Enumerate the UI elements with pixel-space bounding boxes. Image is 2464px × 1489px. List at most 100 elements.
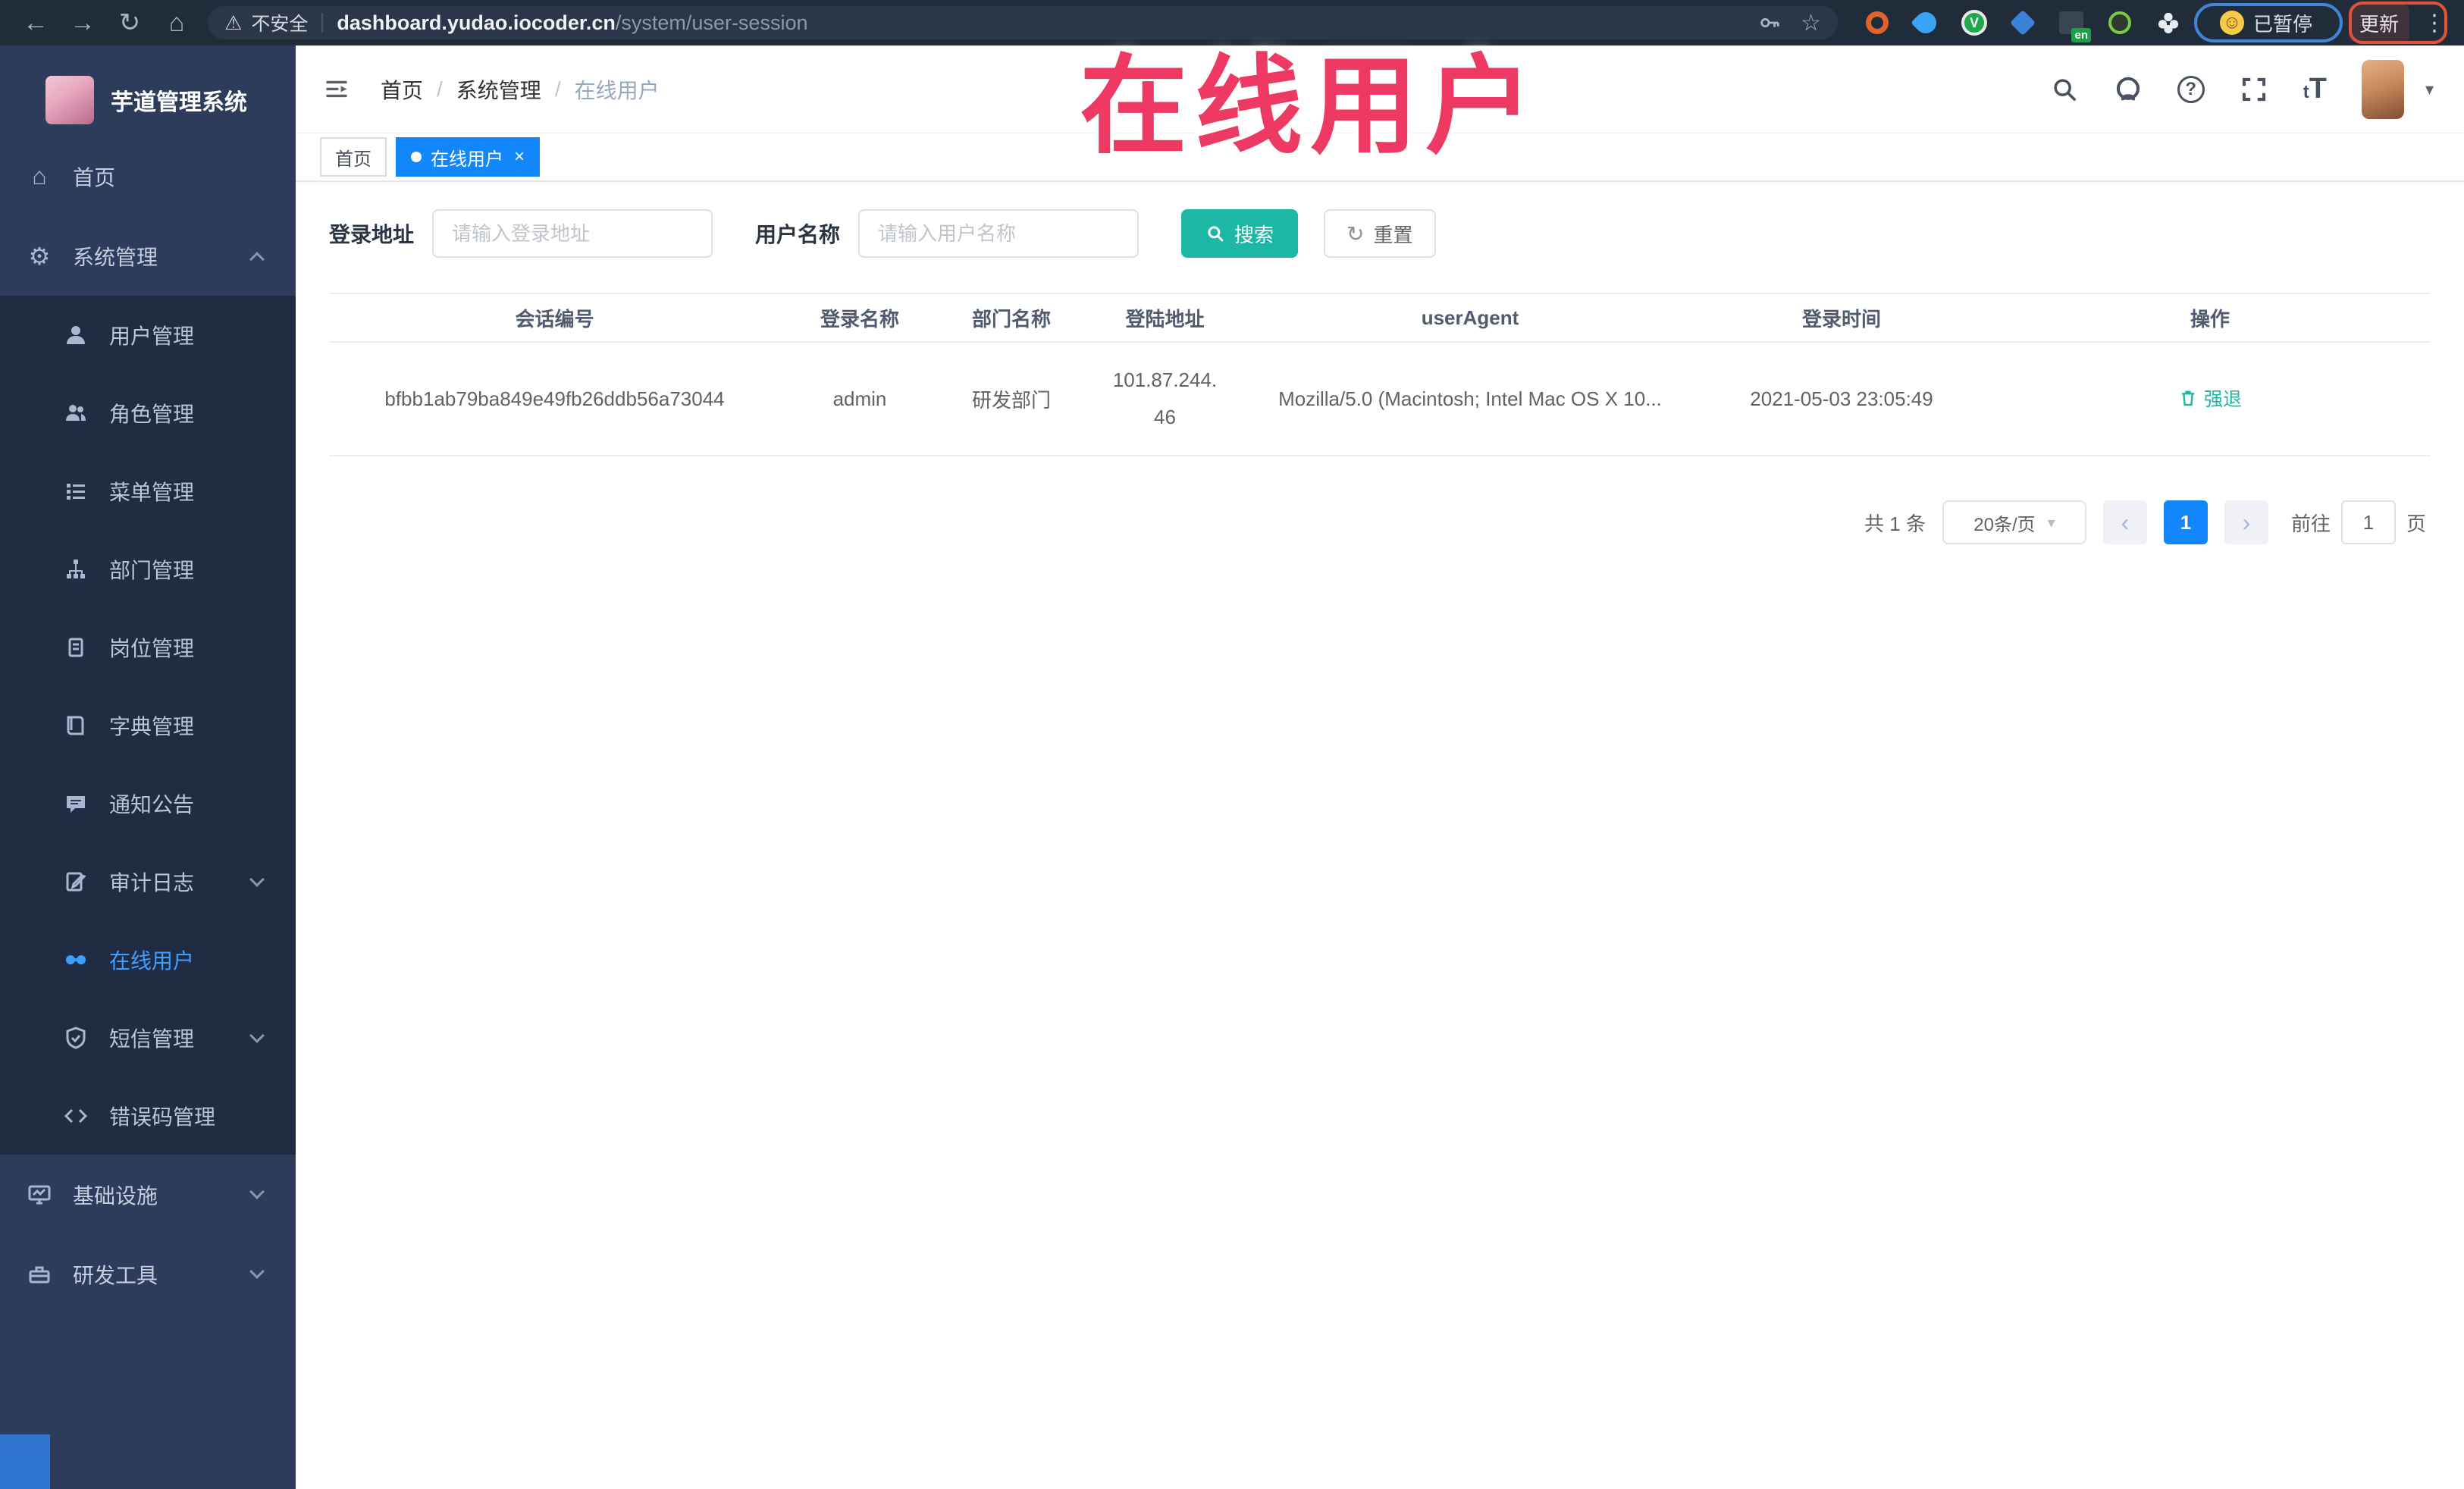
user-icon bbox=[62, 323, 89, 347]
breadcrumb-home[interactable]: 首页 bbox=[381, 74, 423, 105]
sidebar-item-home[interactable]: ⌂ 首页 bbox=[0, 136, 296, 216]
id-badge-icon bbox=[62, 635, 89, 660]
main-area: 首页 / 系统管理 / 在线用户 ? tT ▾ 首页 在线用户 × 登录地址 请… bbox=[296, 45, 2464, 1489]
search-button-label: 搜索 bbox=[1234, 223, 1274, 246]
password-key-icon[interactable] bbox=[1758, 11, 1781, 34]
security-label[interactable]: 不安全 bbox=[251, 9, 308, 36]
extensions-puzzle-icon[interactable] bbox=[2155, 9, 2182, 36]
profile-paused-chip[interactable]: ☺ 已暂停 bbox=[2209, 6, 2323, 40]
sidebar-item-label: 部门管理 bbox=[109, 558, 195, 582]
login-addr-input[interactable] bbox=[432, 209, 713, 258]
home-icon: ⌂ bbox=[32, 162, 47, 190]
page-size-select[interactable]: 20条/页 ▾ bbox=[1942, 500, 2086, 544]
extension-translate-icon[interactable]: en bbox=[2058, 9, 2091, 42]
chevron-down-icon bbox=[249, 1028, 265, 1043]
extension-v-icon[interactable]: V bbox=[1961, 9, 1988, 36]
tag-online-users[interactable]: 在线用户 × bbox=[396, 137, 541, 177]
force-logout-label: 强退 bbox=[2203, 389, 2242, 410]
sidebar-item-user-mgmt[interactable]: 用户管理 bbox=[0, 296, 296, 374]
browser-home-icon[interactable]: ⌂ bbox=[153, 8, 200, 38]
tag-label: 首页 bbox=[335, 149, 371, 170]
next-page-button[interactable]: › bbox=[2224, 500, 2268, 544]
github-icon[interactable] bbox=[2114, 75, 2143, 104]
search-button[interactable]: 搜索 bbox=[1181, 209, 1299, 258]
tag-label: 在线用户 bbox=[431, 149, 503, 170]
avatar-caret-icon[interactable]: ▾ bbox=[2425, 80, 2434, 99]
total-count-label: 共 1 条 bbox=[1864, 512, 1926, 535]
warning-icon: ⚠ bbox=[224, 11, 243, 34]
reset-button-label: 重置 bbox=[1373, 223, 1413, 246]
sidebar-item-label: 在线用户 bbox=[109, 948, 195, 973]
extension-camera-icon[interactable] bbox=[2106, 9, 2133, 36]
current-page-button[interactable]: 1 bbox=[2163, 500, 2208, 544]
extension-gem-icon[interactable] bbox=[2009, 9, 2036, 36]
username-label: 用户名称 bbox=[755, 223, 841, 246]
divider bbox=[321, 13, 324, 33]
sidebar-item-role-mgmt[interactable]: 角色管理 bbox=[0, 374, 296, 452]
tag-home[interactable]: 首页 bbox=[320, 137, 387, 177]
reset-button[interactable]: ↻ 重置 bbox=[1324, 209, 1436, 258]
sidebar-item-infrastructure[interactable]: 基础设施 bbox=[0, 1155, 296, 1234]
monitor-chart-icon bbox=[26, 1183, 53, 1207]
sidebar-item-post-mgmt[interactable]: 岗位管理 bbox=[0, 608, 296, 686]
help-icon[interactable]: ? bbox=[2177, 75, 2205, 103]
url-domain: dashboard.yudao.iocoder.cn bbox=[337, 11, 616, 34]
font-size-icon[interactable]: tT bbox=[2303, 73, 2327, 105]
bookmark-star-icon[interactable]: ☆ bbox=[1801, 10, 1821, 36]
login-addr-label: 登录地址 bbox=[329, 223, 415, 246]
chevron-down-icon: ▾ bbox=[2047, 514, 2055, 531]
announcement-icon bbox=[62, 792, 89, 816]
search-icon[interactable] bbox=[2050, 75, 2079, 104]
page-content: 登录地址 用户名称 搜索 ↻ 重置 bbox=[296, 182, 2464, 544]
extension-ring-icon[interactable] bbox=[1864, 9, 1891, 36]
sidebar-item-online-users[interactable]: 在线用户 bbox=[0, 920, 296, 998]
toolbox-icon bbox=[26, 1262, 53, 1287]
back-icon[interactable]: ← bbox=[12, 8, 59, 38]
gear-icon: ⚙ bbox=[28, 242, 51, 270]
page-size-label: 20条/页 bbox=[1973, 514, 2036, 535]
url-text[interactable]: dashboard.yudao.iocoder.cn/system/user-s… bbox=[337, 11, 807, 35]
sidebar-item-menu-mgmt[interactable]: 菜单管理 bbox=[0, 452, 296, 530]
force-logout-button[interactable]: 强退 bbox=[2178, 384, 2242, 412]
forward-icon[interactable]: → bbox=[59, 8, 106, 38]
sidebar-item-sms-mgmt[interactable]: 短信管理 bbox=[0, 998, 296, 1077]
app-logo bbox=[45, 76, 94, 124]
col-login-name: 登录名称 bbox=[780, 293, 939, 343]
sidebar-item-label: 首页 bbox=[73, 165, 116, 190]
code-icon bbox=[62, 1104, 89, 1128]
page-unit-label: 页 bbox=[2406, 512, 2426, 535]
sidebar-item-error-code[interactable]: 错误码管理 bbox=[0, 1077, 296, 1155]
sidebar-item-system[interactable]: ⚙ 系统管理 bbox=[0, 216, 296, 296]
sidebar-item-dict-mgmt[interactable]: 字典管理 bbox=[0, 686, 296, 764]
breadcrumb-system[interactable]: 系统管理 bbox=[456, 74, 541, 105]
goto-page-input[interactable] bbox=[2340, 500, 2396, 544]
close-icon[interactable]: × bbox=[514, 146, 525, 168]
ip-line1: 101.87.244. bbox=[1112, 368, 1218, 391]
extension-drop-icon[interactable] bbox=[1911, 8, 1941, 38]
extensions-row: V en bbox=[1864, 8, 2182, 42]
browser-menu-icon[interactable]: ⋮ bbox=[2423, 10, 2446, 36]
sidebar-item-dept-mgmt[interactable]: 部门管理 bbox=[0, 530, 296, 608]
fullscreen-icon[interactable] bbox=[2240, 75, 2268, 104]
sidebar-item-label: 错误码管理 bbox=[109, 1105, 216, 1129]
logo-row[interactable]: 芋道管理系统 bbox=[0, 64, 296, 136]
browser-update-button[interactable]: 更新 bbox=[2349, 4, 2410, 42]
sidebar-item-label: 用户管理 bbox=[109, 324, 195, 348]
system-submenu: 用户管理 角色管理 菜单管理 部门管理 岗位管理 字典管理 通知公告 审计日志 … bbox=[0, 296, 296, 1155]
address-bar[interactable]: ⚠ 不安全 dashboard.yudao.iocoder.cn/system/… bbox=[208, 6, 1838, 39]
app-header: 首页 / 系统管理 / 在线用户 ? tT ▾ bbox=[296, 45, 2464, 133]
sidebar-item-notice[interactable]: 通知公告 bbox=[0, 764, 296, 842]
username-input[interactable] bbox=[858, 209, 1140, 258]
avatar[interactable] bbox=[2361, 59, 2404, 119]
cell-login-time: 2021-05-03 23:05:49 bbox=[1694, 342, 1989, 456]
reload-icon[interactable]: ↻ bbox=[106, 8, 153, 38]
cell-dept-name: 研发部门 bbox=[939, 342, 1083, 456]
breadcrumb: 首页 / 系统管理 / 在线用户 bbox=[381, 74, 660, 105]
cell-login-name: admin bbox=[780, 342, 939, 456]
hamburger-icon[interactable] bbox=[321, 76, 352, 103]
sidebar-item-devtools[interactable]: 研发工具 bbox=[0, 1234, 296, 1314]
pagination: 共 1 条 20条/页 ▾ ‹ 1 › 前往 页 bbox=[329, 500, 2431, 544]
prev-page-button[interactable]: ‹ bbox=[2102, 500, 2147, 544]
sidebar-item-audit-log[interactable]: 审计日志 bbox=[0, 842, 296, 920]
tags-bar: 首页 在线用户 × bbox=[296, 133, 2464, 182]
